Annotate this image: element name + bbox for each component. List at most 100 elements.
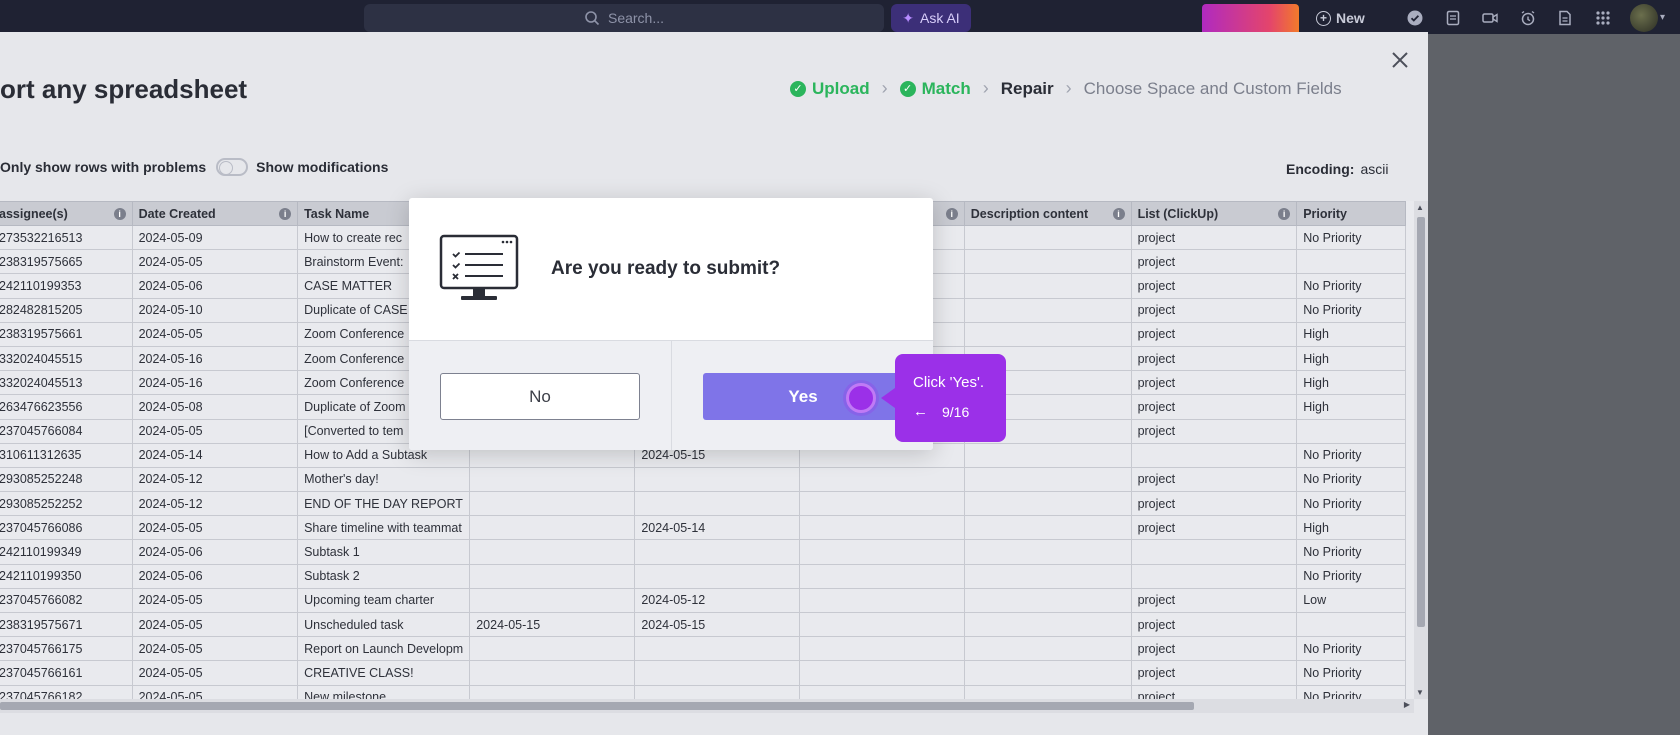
table-cell[interactable]: Report on Launch Developm	[297, 636, 471, 662]
table-cell[interactable]	[469, 515, 636, 541]
scroll-thumb[interactable]	[1417, 217, 1425, 627]
no-button[interactable]: No	[440, 373, 640, 420]
table-cell[interactable]: New milestone	[297, 684, 471, 699]
column-header[interactable]: Description content i	[963, 201, 1132, 226]
table-cell[interactable]: 2024-05-05	[131, 636, 299, 662]
table-cell[interactable]	[799, 491, 965, 517]
table-cell[interactable]	[963, 636, 1132, 662]
check-circle-icon[interactable]	[1406, 9, 1424, 27]
table-cell[interactable]: 282482815205	[0, 297, 133, 323]
table-cell[interactable]: project	[1130, 587, 1298, 614]
table-cell[interactable]: 2024-05-14	[634, 515, 801, 541]
table-cell[interactable]: project	[1130, 418, 1298, 444]
table-cell[interactable]: 237045766086	[0, 515, 133, 541]
table-cell[interactable]: 2024-05-16	[131, 345, 299, 372]
table-cell[interactable]: 2024-05-06	[131, 273, 299, 299]
table-cell[interactable]: 2024-05-09	[131, 224, 299, 251]
horizontal-scrollbar[interactable]: ▶	[0, 699, 1414, 713]
table-cell[interactable]	[963, 273, 1132, 299]
table-cell[interactable]	[469, 563, 636, 589]
ask-ai-button[interactable]: ✦ Ask AI	[891, 4, 971, 32]
scroll-thumb[interactable]	[0, 702, 1194, 710]
table-cell[interactable]	[469, 660, 636, 686]
table-cell[interactable]: project	[1130, 321, 1298, 347]
table-cell[interactable]: 2024-05-10	[131, 297, 299, 323]
table-cell[interactable]	[799, 611, 965, 638]
table-cell[interactable]	[634, 563, 801, 589]
table-cell[interactable]: project	[1130, 297, 1298, 323]
apps-grid-icon[interactable]	[1594, 9, 1612, 27]
table-cell[interactable]	[963, 442, 1132, 468]
table-cell[interactable]	[469, 466, 636, 493]
table-cell[interactable]: 2024-05-05	[131, 321, 299, 347]
table-cell[interactable]: No Priority	[1296, 539, 1406, 565]
table-cell[interactable]: 2024-05-14	[131, 442, 299, 468]
table-cell[interactable]: No Priority	[1296, 684, 1406, 699]
table-cell[interactable]: project	[1130, 684, 1298, 699]
table-cell[interactable]	[963, 321, 1132, 347]
table-cell[interactable]: 242110199353	[0, 273, 133, 299]
table-cell[interactable]: No Priority	[1296, 563, 1406, 589]
table-cell[interactable]	[1130, 563, 1298, 589]
table-cell[interactable]: 2024-05-05	[131, 249, 299, 275]
guide-hotspot[interactable]	[846, 383, 876, 413]
table-cell[interactable]	[963, 491, 1132, 517]
table-cell[interactable]: No Priority	[1296, 224, 1406, 251]
table-cell[interactable]	[469, 684, 636, 699]
table-cell[interactable]	[799, 660, 965, 686]
table-cell[interactable]: project	[1130, 611, 1298, 638]
table-cell[interactable]: Share timeline with teammat	[297, 515, 471, 541]
info-icon[interactable]: i	[945, 208, 958, 220]
table-cell[interactable]	[963, 224, 1132, 251]
column-header[interactable]: Priority	[1296, 201, 1406, 226]
chevron-down-icon[interactable]: ▾	[1660, 12, 1665, 23]
table-cell[interactable]	[1296, 249, 1406, 275]
table-cell[interactable]: 238319575671	[0, 611, 133, 638]
table-cell[interactable]: project	[1130, 515, 1298, 541]
table-cell[interactable]: No Priority	[1296, 297, 1406, 323]
table-cell[interactable]: Upcoming team charter	[297, 587, 471, 614]
avatar[interactable]	[1630, 4, 1658, 32]
table-cell[interactable]	[799, 636, 965, 662]
table-cell[interactable]: No Priority	[1296, 442, 1406, 468]
table-cell[interactable]: 237045766084	[0, 418, 133, 444]
table-cell[interactable]	[963, 684, 1132, 699]
table-cell[interactable]: Unscheduled task	[297, 611, 471, 638]
table-cell[interactable]: project	[1130, 224, 1298, 251]
table-cell[interactable]	[963, 563, 1132, 589]
table-cell[interactable]: High	[1296, 321, 1406, 347]
table-cell[interactable]: 2024-05-16	[131, 370, 299, 396]
table-cell[interactable]: 332024045513	[0, 370, 133, 396]
arrow-left-icon[interactable]: ←	[913, 403, 928, 420]
table-cell[interactable]: No Priority	[1296, 491, 1406, 517]
table-cell[interactable]: 310611312635	[0, 442, 133, 468]
table-cell[interactable]	[963, 515, 1132, 541]
table-cell[interactable]: 242110199350	[0, 563, 133, 589]
table-cell[interactable]: 2024-05-15	[469, 611, 636, 638]
search-bar[interactable]: Search...	[364, 4, 884, 32]
info-icon[interactable]: i	[279, 208, 292, 220]
table-cell[interactable]	[634, 636, 801, 662]
table-cell[interactable]	[469, 539, 636, 565]
scroll-right-icon[interactable]: ▶	[1404, 700, 1410, 709]
vertical-scrollbar[interactable]: ▲ ▼	[1414, 201, 1428, 699]
table-cell[interactable]: Subtask 1	[297, 539, 471, 565]
table-cell[interactable]: project	[1130, 491, 1298, 517]
table-cell[interactable]	[963, 539, 1132, 565]
table-cell[interactable]	[799, 563, 965, 589]
table-cell[interactable]: No Priority	[1296, 466, 1406, 493]
table-cell[interactable]	[963, 297, 1132, 323]
table-cell[interactable]	[963, 466, 1132, 493]
table-cell[interactable]	[1130, 442, 1298, 468]
table-cell[interactable]: 2024-05-05	[131, 684, 299, 699]
table-cell[interactable]: 332024045515	[0, 345, 133, 372]
table-cell[interactable]: 2024-05-05	[131, 660, 299, 686]
table-cell[interactable]: END OF THE DAY REPORT	[297, 491, 471, 517]
table-cell[interactable]: CREATIVE CLASS!	[297, 660, 471, 686]
video-icon[interactable]	[1481, 9, 1499, 27]
table-cell[interactable]: 238319575665	[0, 249, 133, 275]
table-cell[interactable]	[1296, 611, 1406, 638]
table-cell[interactable]	[469, 491, 636, 517]
table-cell[interactable]	[634, 539, 801, 565]
table-cell[interactable]	[799, 466, 965, 493]
